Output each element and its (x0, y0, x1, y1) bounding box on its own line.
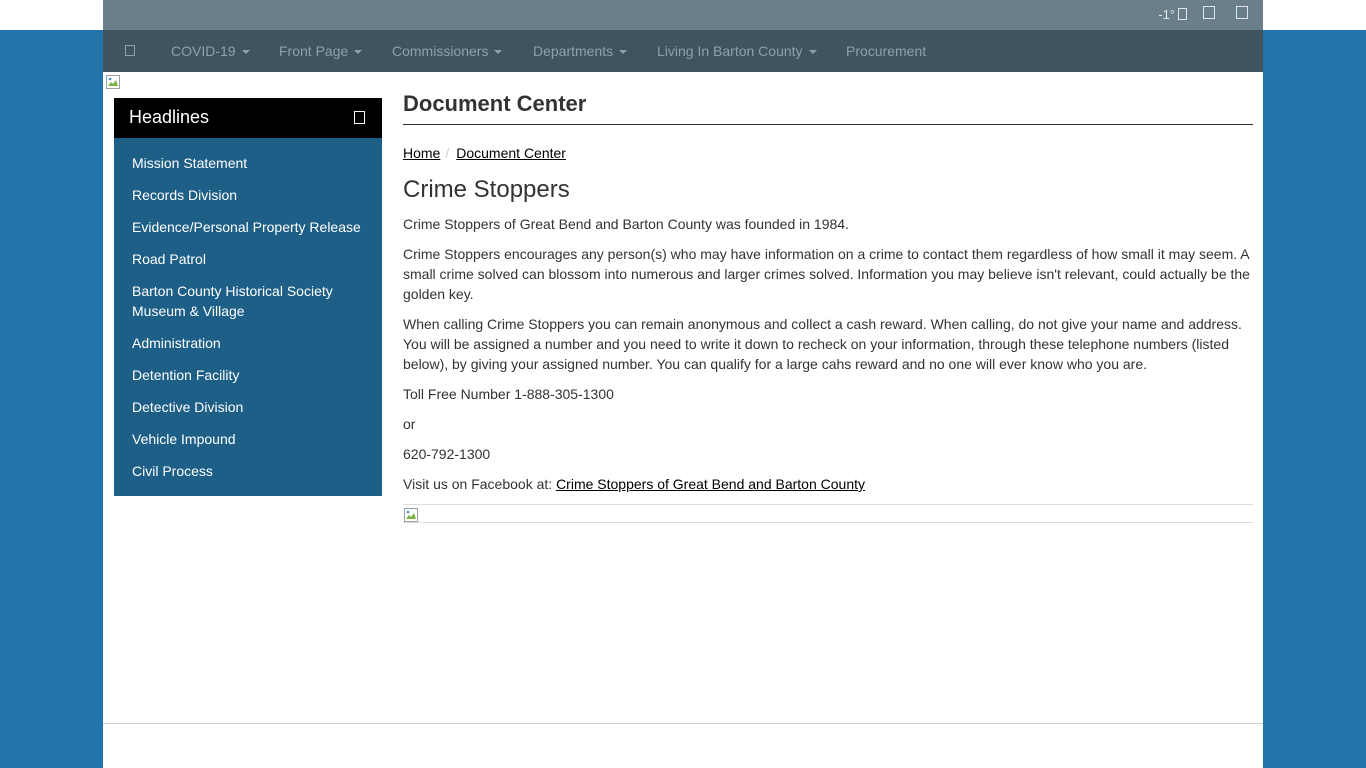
facebook-prefix: Visit us on Facebook at: (403, 476, 557, 492)
weather-widget[interactable]: -1° (1158, 7, 1187, 22)
paragraph-founded: Crime Stoppers of Great Bend and Barton … (403, 216, 849, 232)
sidebar-item-road-patrol[interactable]: Road Patrol (132, 249, 372, 269)
sidebar-item-administration[interactable]: Administration (132, 333, 372, 353)
caret-down-icon (241, 50, 250, 54)
sidebar-item-detention-facility[interactable]: Detention Facility (132, 365, 372, 385)
menu-icon[interactable] (1236, 6, 1248, 19)
sidebar-header: Headlines (114, 98, 382, 138)
title-divider (403, 124, 1253, 125)
sidebar-item-records-division[interactable]: Records Division (132, 185, 372, 205)
nav-item-departments[interactable]: Departments (533, 43, 628, 59)
sidebar-item-civil-process[interactable]: Civil Process (132, 461, 372, 481)
footer-divider (103, 723, 1263, 724)
facebook-line: Visit us on Facebook at: Crime Stoppers … (403, 474, 1255, 494)
breadcrumb-separator: / (445, 145, 450, 161)
broken-image-icon (404, 508, 418, 522)
local-phone-number: 620-792-1300 (403, 446, 491, 462)
caret-down-icon (354, 50, 363, 54)
caret-down-icon (808, 50, 817, 54)
caret-down-icon (494, 50, 503, 54)
utility-bar: -1° (103, 0, 1263, 30)
facebook-link[interactable]: Crime Stoppers of Great Bend and Barton … (556, 476, 865, 492)
image-divider (403, 504, 1253, 523)
sidebar-item-detective-division[interactable]: Detective Division (132, 397, 372, 417)
page-container: -1° COVID-19 Front Page Commissioners De… (103, 0, 1263, 768)
toggle-icon[interactable] (354, 111, 365, 124)
main-navbar: COVID-19 Front Page Commissioners Depart… (103, 30, 1263, 72)
nav-item-front-page[interactable]: Front Page (279, 43, 363, 59)
sidebar-item-vehicle-impound[interactable]: Vehicle Impound (132, 429, 372, 449)
headlines-sidebar: Headlines Mission Statement Records Divi… (114, 98, 382, 496)
breadcrumb: Home / Document Center (403, 145, 566, 161)
nav-item-procurement[interactable]: Procurement (846, 43, 926, 59)
breadcrumb-document-center-link[interactable]: Document Center (456, 145, 566, 161)
sidebar-item-mission-statement[interactable]: Mission Statement (132, 153, 372, 173)
home-icon[interactable] (125, 45, 135, 56)
sidebar-item-evidence-release[interactable]: Evidence/Personal Property Release (132, 217, 372, 237)
sidebar-title: Headlines (129, 107, 210, 127)
caret-down-icon (619, 50, 628, 54)
nav-item-commissioners[interactable]: Commissioners (392, 43, 503, 59)
broken-image-icon (106, 75, 120, 89)
or-text: or (403, 416, 416, 432)
paragraph-encourages: Crime Stoppers encourages any person(s) … (403, 246, 1250, 302)
breadcrumb-home-link[interactable]: Home (403, 145, 440, 161)
page-title: Document Center (403, 91, 587, 116)
search-icon[interactable] (1203, 6, 1215, 19)
nav-item-living-in-barton-county[interactable]: Living In Barton County (657, 43, 817, 59)
nav-item-covid-19[interactable]: COVID-19 (171, 43, 250, 59)
toll-free-number: Toll Free Number 1-888-305-1300 (403, 386, 614, 402)
weather-icon (1178, 8, 1187, 20)
sidebar-item-historical-society[interactable]: Barton County Historical Society Museum … (132, 281, 347, 321)
weather-temp: -1° (1158, 7, 1175, 22)
paragraph-anonymous: When calling Crime Stoppers you can rema… (403, 316, 1242, 372)
section-title: Crime Stoppers (403, 176, 570, 203)
